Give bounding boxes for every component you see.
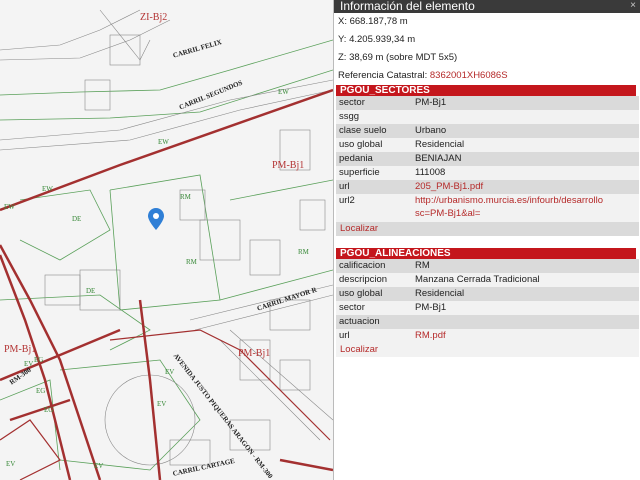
field-key: actuacion [336,315,413,329]
field-key: calificacion [336,259,413,273]
field-key: url [336,180,413,194]
table-row: sector PM-Bj1 [336,301,639,315]
field-key: superficie [336,166,413,180]
table-row: sector PM-Bj1 [336,96,639,110]
field-key: uso global [336,287,413,301]
field-key: ssgg [336,110,413,124]
coord-z: Z: 38,69 m (sobre MDT 5x5) [338,52,458,63]
table-row: url 205_PM-Bj1.pdf [336,180,639,194]
table-row: uso global Residencial [336,138,639,152]
table-row: uso global Residencial [336,287,639,301]
feature-info-panel: Información del elemento × X: 668.187,78… [333,0,640,480]
close-icon[interactable]: × [630,0,636,12]
zone-code-label: EG [34,356,44,364]
table-row: calificacion RM [336,259,639,273]
table-row: url RM.pdf [336,329,639,343]
cadastral-reference: Referencia Catastral: 8362001XH6086S [334,67,640,85]
zone-code-label: DE [86,287,96,295]
table-row: pedania BENIAJAN [336,152,639,166]
table-row: superficie 111008 [336,166,639,180]
field-value [413,110,639,124]
url-link[interactable]: http://urbanismo.murcia.es/infourb/desar… [413,194,639,222]
coord-y: Y: 4.205.939,34 m [338,34,416,45]
pdf-link[interactable]: RM.pdf [413,329,639,343]
field-value: 111008 [413,166,639,180]
table-row: url2 http://urbanismo.murcia.es/infourb/d… [336,194,639,222]
field-key: descripcion [336,273,413,287]
field-key: url [336,329,413,343]
locate-link[interactable]: Localizar [336,222,639,236]
cadastral-label: Referencia Catastral: [338,70,430,81]
zone-code-label: EW [278,88,289,96]
zone-label-pm-bj1: PM-Bj1 [238,348,271,359]
zone-code-label: EW [158,138,169,146]
sectores-table: sector PM-Bj1 ssgg clase suelo Urbano uso … [336,96,639,222]
field-value: RM [413,259,639,273]
pdf-link[interactable]: 205_PM-Bj1.pdf [413,180,639,194]
alineaciones-table: calificacion RM descripcion Manzana Cerrad… [336,259,639,343]
zone-code-label: EW [4,203,15,211]
map-view[interactable]: ZI-Bj2 PM-Bj1 PM-Bj1 PM-Bj1 EW EW EW EW … [0,0,333,480]
field-value [413,315,639,329]
zone-code-label: EV [157,400,167,408]
field-value: Manzana Cerrada Tradicional [413,273,639,287]
zone-code-label: EW [42,185,53,193]
cadastral-link[interactable]: 8362001XH6086S [430,70,508,81]
table-row: ssgg [336,110,639,124]
panel-title: Información del elemento [340,0,475,13]
field-value: Residencial [413,138,639,152]
field-value: Residencial [413,287,639,301]
field-key: sector [336,301,413,315]
panel-header: Información del elemento × [334,0,640,13]
zone-code-label: RM [180,193,191,201]
location-marker-icon[interactable] [148,208,164,230]
zone-code-label: EV [6,460,16,468]
section-title-alineaciones: PGOU_ALINEACIONES [336,248,636,259]
zone-code-label: EG [44,406,54,414]
section-title-sectores: PGOU_SECTORES [336,85,636,96]
table-row: descripcion Manzana Cerrada Tradicional [336,273,639,287]
table-row: actuacion [336,315,639,329]
field-value: BENIAJAN [413,152,639,166]
field-value: Urbano [413,124,639,138]
field-value: PM-Bj1 [413,301,639,315]
zone-code-label: RM [298,248,309,256]
field-key: url2 [336,194,413,222]
coord-x: X: 668.187,78 m [338,16,408,27]
zone-code-label: EV [94,462,104,470]
zone-label-zi-bj2: ZI-Bj2 [140,12,168,23]
field-value: PM-Bj1 [413,96,639,110]
zone-code-label: EV [165,368,175,376]
field-key: clase suelo [336,124,413,138]
field-key: uso global [336,138,413,152]
locate-link[interactable]: Localizar [336,343,639,357]
zone-label-pm-bj1: PM-Bj1 [272,160,305,171]
zone-code-label: EG [36,387,46,395]
field-key: sector [336,96,413,110]
field-key: pedania [336,152,413,166]
zone-label-pm-bj1: PM-Bj1 [4,344,37,355]
zone-code-label: RM [186,258,197,266]
table-row: clase suelo Urbano [336,124,639,138]
zone-code-label: DE [72,215,82,223]
